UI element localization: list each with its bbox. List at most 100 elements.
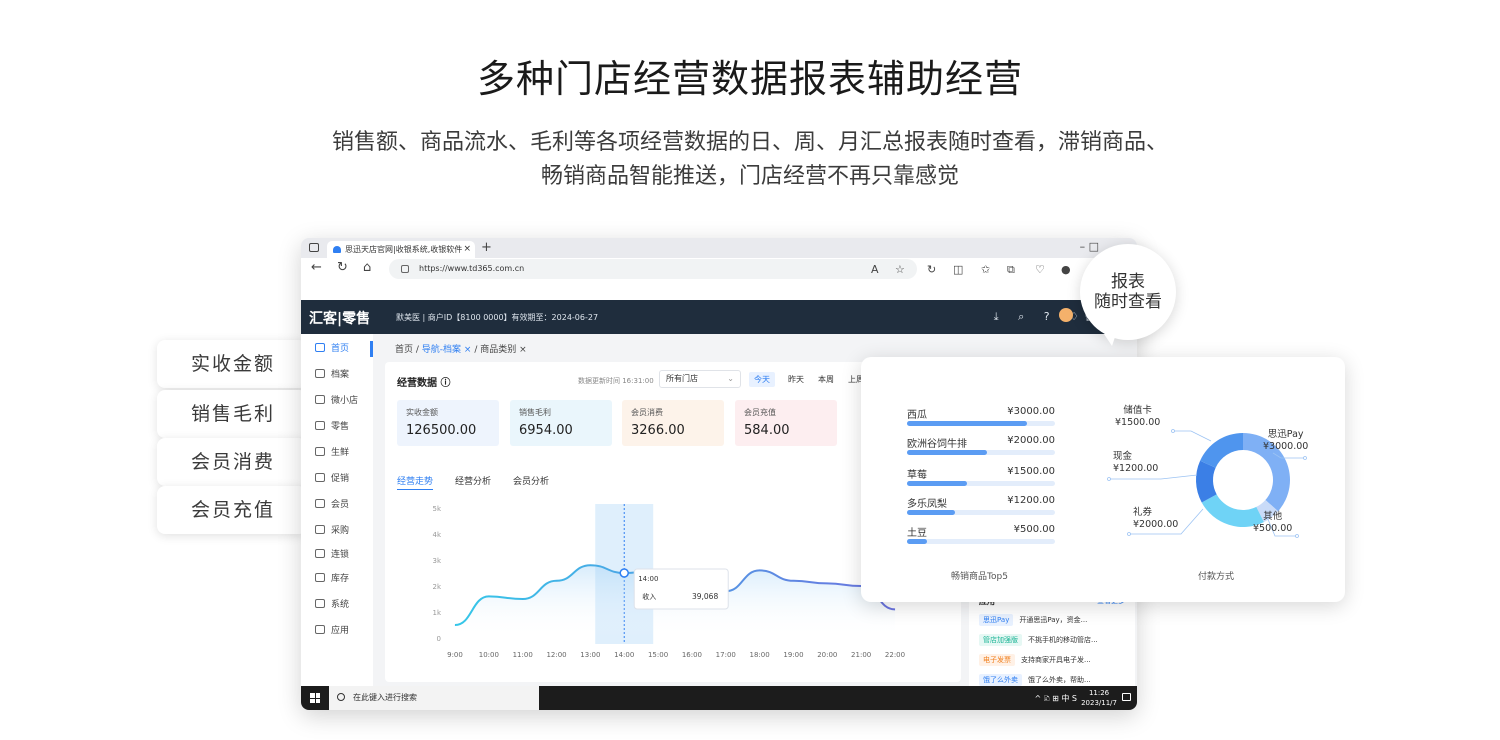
shop-icon bbox=[315, 395, 325, 404]
donut-label-name: 思迅Pay bbox=[1267, 429, 1304, 440]
x-tick-label: 13:00 bbox=[580, 651, 600, 659]
profile-icon[interactable]: ● bbox=[1061, 263, 1071, 276]
favorites-icon[interactable]: ✩ bbox=[981, 263, 990, 276]
tooltip-value: 39,068 bbox=[692, 592, 718, 601]
side-card-member-topup: 会员充值 bbox=[157, 486, 307, 534]
home-icon[interactable]: ⌂ bbox=[363, 260, 371, 275]
taskbar-clock[interactable]: 11:26 2023/11/7 bbox=[1081, 688, 1117, 708]
clock-time: 11:26 bbox=[1088, 689, 1110, 697]
breadcrumb-home[interactable]: 首页 / bbox=[395, 345, 419, 355]
stat-card-margin: 销售毛利 6954.00 bbox=[510, 400, 612, 446]
donut-leader-line bbox=[1109, 474, 1198, 480]
stat-card-member-spend: 会员消费 3266.00 bbox=[622, 400, 724, 446]
trend-point bbox=[619, 568, 629, 578]
split-screen-icon[interactable]: ◫ bbox=[953, 263, 963, 276]
stat-label: 实收金额 bbox=[406, 408, 438, 417]
tab-business-analysis[interactable]: 经营分析 bbox=[455, 474, 491, 487]
stat-value: 126500.00 bbox=[406, 423, 477, 438]
system-tray[interactable]: ^ 🗈 ⊞ 中 S bbox=[1034, 693, 1077, 707]
page-subtitle-line1: 销售额、商品流水、毛利等各项经营数据的日、周、月汇总报表随时查看，滞销商品、 bbox=[331, 130, 1168, 155]
x-tick-label: 14:00 bbox=[614, 651, 634, 659]
side-card-member-spend: 会员消费 bbox=[157, 438, 307, 486]
grid-icon bbox=[315, 625, 325, 634]
app-row[interactable]: 电子发票 支持商家开具电子发... bbox=[979, 654, 1091, 666]
donut-leader-dot bbox=[1171, 429, 1175, 433]
sidebar-item-member[interactable]: 会员 bbox=[315, 497, 349, 513]
donut-label-value: ¥500.00 bbox=[1253, 523, 1293, 534]
sidebar-item-promotion[interactable]: 促销 bbox=[315, 471, 349, 487]
breadcrumb-category[interactable]: 商品类别 × bbox=[480, 345, 526, 355]
app-row[interactable]: 思迅Pay 开通思迅Pay，资金... bbox=[979, 614, 1087, 626]
tab-business-trend[interactable]: 经营走势 bbox=[397, 474, 434, 490]
x-tick-label: 17:00 bbox=[716, 651, 736, 659]
window-menu-icon[interactable] bbox=[309, 243, 319, 252]
store-select[interactable]: 所有门店 ⌄ bbox=[659, 370, 741, 388]
app-logo: 汇客|零售 bbox=[309, 311, 371, 327]
donut-label-stored-card: 储值卡 ¥1500.00 bbox=[1115, 405, 1160, 429]
cart-icon bbox=[315, 525, 325, 534]
windows-start-icon[interactable] bbox=[310, 693, 320, 703]
member-icon bbox=[315, 499, 325, 508]
x-tick-label: 21:00 bbox=[851, 651, 871, 659]
section-title: 经营数据 ⓘ bbox=[397, 378, 451, 389]
sidebar-item-home[interactable]: 首页 bbox=[315, 341, 349, 357]
side-card-received: 实收金额 bbox=[157, 340, 307, 388]
notification-icon[interactable] bbox=[1122, 693, 1131, 701]
y-tick-label: 2k bbox=[432, 583, 441, 591]
extensions-icon[interactable]: ♡ bbox=[1035, 263, 1045, 276]
new-tab-icon[interactable]: + bbox=[481, 240, 492, 255]
breadcrumb-separator: / bbox=[474, 345, 478, 355]
sidebar-item-system[interactable]: 系统 bbox=[315, 597, 349, 613]
tab-member-analysis[interactable]: 会员分析 bbox=[513, 474, 549, 487]
browser-tab[interactable]: 思迅天店官网|收银系统,收银软件 × bbox=[327, 241, 475, 258]
fresh-icon bbox=[315, 447, 325, 456]
browser-tab-title: 思迅天店官网|收银系统,收银软件 bbox=[345, 245, 463, 254]
sidebar-item-fresh[interactable]: 生鲜 bbox=[315, 445, 349, 461]
stat-label: 会员消费 bbox=[631, 408, 663, 417]
x-tick-label: 18:00 bbox=[750, 651, 770, 659]
inventory-icon bbox=[315, 573, 325, 582]
sidebar-item-label: 采购 bbox=[331, 526, 350, 536]
app-row[interactable]: 饿了么外卖 饿了么外卖，帮助... bbox=[979, 674, 1091, 686]
app-desc: 不挑手机的移动管店... bbox=[1028, 636, 1098, 644]
sidebar-item-microshop[interactable]: 微小店 bbox=[315, 393, 358, 409]
refresh-extension-icon[interactable]: ↻ bbox=[927, 263, 936, 276]
donut-label-name: 礼券 bbox=[1133, 507, 1153, 518]
collections-icon[interactable]: ⧉ bbox=[1007, 263, 1015, 277]
back-icon[interactable]: ← bbox=[311, 260, 322, 275]
sidebar-item-apps[interactable]: 应用 bbox=[315, 623, 349, 639]
header-tool-icons[interactable]: ⤓ ⌕ ? ♢ bbox=[994, 310, 1087, 324]
period-this-week[interactable]: 本周 bbox=[813, 372, 839, 387]
x-tick-label: 20:00 bbox=[817, 651, 837, 659]
close-tab-icon[interactable]: × bbox=[463, 241, 471, 258]
sidebar-item-inventory[interactable]: 库存 bbox=[315, 571, 349, 587]
page-subtitle-line2: 畅销商品智能推送，门店经营不再只靠感觉 bbox=[540, 164, 959, 189]
sidebar-item-label: 会员 bbox=[331, 500, 350, 510]
breadcrumb-current[interactable]: 导航-档案 × bbox=[422, 345, 472, 355]
search-icon bbox=[337, 693, 345, 701]
favorite-star-icon[interactable]: ☆ bbox=[895, 263, 905, 276]
taskbar: 在此键入进行搜索 ^ 🗈 ⊞ 中 S 11:26 2023/11/7 bbox=[301, 686, 1137, 710]
page: { "hero": { "title": "多种门店经营数据报表辅助经营", "… bbox=[0, 0, 1500, 740]
period-today[interactable]: 今天 bbox=[749, 372, 775, 387]
sidebar-item-archive[interactable]: 档案 bbox=[315, 367, 349, 383]
read-aloud-icon[interactable]: A bbox=[871, 263, 879, 276]
y-tick-label: 3k bbox=[432, 557, 441, 565]
taskbar-search-placeholder: 在此键入进行搜索 bbox=[353, 693, 417, 702]
sidebar-item-purchase[interactable]: 采购 bbox=[315, 523, 349, 539]
app-row[interactable]: 管店加强版 不挑手机的移动管店... bbox=[979, 634, 1098, 646]
avatar[interactable] bbox=[1059, 308, 1073, 322]
period-yesterday[interactable]: 昨天 bbox=[783, 372, 809, 387]
window-controls[interactable]: – □ bbox=[1080, 240, 1099, 253]
reload-icon[interactable]: ↻ bbox=[337, 260, 348, 275]
report-card: 西瓜 ¥3000.00 欧洲谷饲牛排 ¥2000.00 草莓 ¥1500.00 … bbox=[861, 357, 1345, 602]
sidebar-item-retail[interactable]: 零售 bbox=[315, 419, 349, 435]
stat-label: 销售毛利 bbox=[519, 408, 551, 417]
donut-label-sixun-pay: 思迅Pay ¥3000.00 bbox=[1263, 429, 1308, 453]
bubble-line1: 报表 bbox=[1111, 272, 1145, 292]
url-field[interactable]: https://www.td365.com.cn bbox=[389, 259, 917, 279]
sidebar-item-chain[interactable]: 连锁 bbox=[315, 547, 349, 563]
sidebar-active-indicator bbox=[370, 341, 373, 357]
breadcrumb: 首页 / 导航-档案 × / 商品类别 × bbox=[395, 342, 527, 355]
taskbar-search[interactable]: 在此键入进行搜索 bbox=[329, 686, 539, 710]
